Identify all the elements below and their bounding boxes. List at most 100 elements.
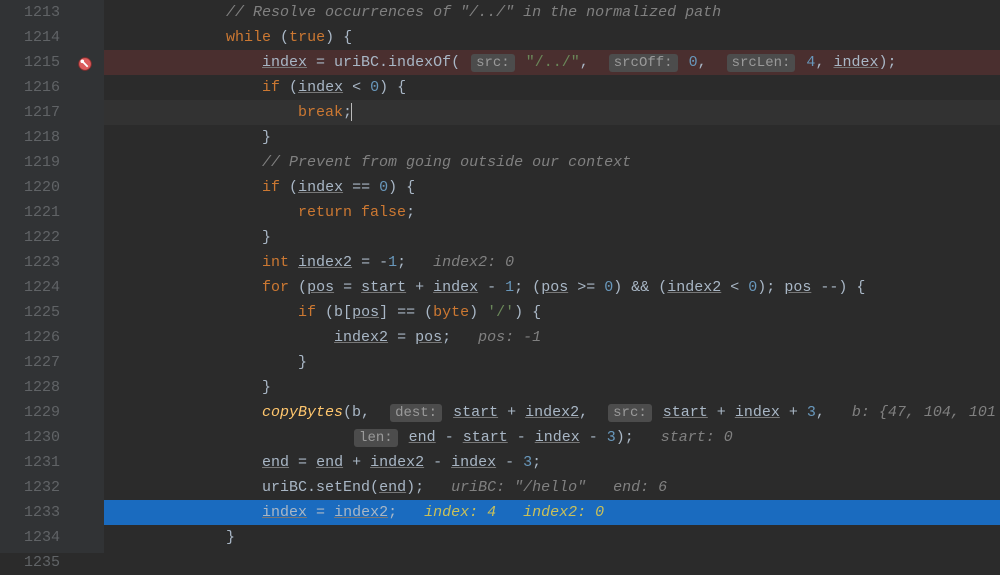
- line-number: 1235: [6, 550, 60, 575]
- token-var: index2: [370, 454, 424, 471]
- token-hint: start: 0: [661, 429, 733, 446]
- token-kw: if: [262, 79, 280, 96]
- token-hint: pos: -1: [478, 329, 541, 346]
- token-num: 0: [689, 54, 698, 71]
- code-line[interactable]: len: end - start - index - 3); start: 0: [104, 425, 1000, 450]
- token-kw: if: [262, 179, 280, 196]
- token-var: index2: [334, 329, 388, 346]
- line-number: 1226: [6, 325, 60, 350]
- line-number: 1215: [6, 50, 60, 75]
- code-line[interactable]: }: [104, 125, 1000, 150]
- token-hint-box: len:: [354, 429, 398, 447]
- token-kw: byte: [433, 304, 469, 321]
- line-number: 1227: [6, 350, 60, 375]
- marker-column: [70, 0, 104, 553]
- breakpoint-icon[interactable]: [76, 55, 94, 73]
- code-line[interactable]: end = end + index2 - index - 3;: [104, 450, 1000, 475]
- token-hint: b: {47, 104, 101: [852, 404, 996, 421]
- code-line[interactable]: if (index < 0) {: [104, 75, 1000, 100]
- code-area[interactable]: // Resolve occurrences of "/../" in the …: [104, 0, 1000, 553]
- code-line[interactable]: if (b[pos] == (byte) '/') {: [104, 300, 1000, 325]
- token-var: index: [735, 404, 780, 421]
- token-kw: return false: [298, 204, 406, 221]
- code-line[interactable]: return false;: [104, 200, 1000, 225]
- token-var: index2: [525, 404, 579, 421]
- code-line[interactable]: copyBytes(b, dest: start + index2, src: …: [104, 400, 1000, 425]
- line-number: 1230: [6, 425, 60, 450]
- code-line[interactable]: for (pos = start + index - 1; (pos >= 0)…: [104, 275, 1000, 300]
- line-number: 1229: [6, 400, 60, 425]
- token-var: start: [361, 279, 406, 296]
- token-num: 0: [748, 279, 757, 296]
- line-number: 1219: [6, 150, 60, 175]
- code-editor[interactable]: 1213121412151216121712181219122012211222…: [0, 0, 1000, 553]
- token-var: start: [663, 404, 708, 421]
- token-hint-box: srcOff:: [609, 54, 678, 72]
- token-cmt: // Prevent from going outside our contex…: [262, 154, 631, 171]
- token-var: start: [453, 404, 498, 421]
- token-hint: uriBC: "/hello" end: 6: [451, 479, 667, 496]
- token-var: index: [535, 429, 580, 446]
- token-hint-box: src:: [608, 404, 652, 422]
- token-num: 1: [505, 279, 514, 296]
- token-fn: copyBytes: [262, 404, 343, 421]
- code-line[interactable]: int index2 = -1; index2: 0: [104, 250, 1000, 275]
- token-var: index: [262, 504, 307, 521]
- token-var: pos: [352, 304, 379, 321]
- token-var: pos: [307, 279, 334, 296]
- code-line[interactable]: [104, 550, 1000, 575]
- line-number: 1225: [6, 300, 60, 325]
- token-str: '/': [487, 304, 514, 321]
- token-var: end: [262, 454, 289, 471]
- token-kw: int: [262, 254, 298, 271]
- token-hint-box: src:: [471, 54, 515, 72]
- line-number-gutter: 1213121412151216121712181219122012211222…: [0, 0, 70, 553]
- line-number: 1232: [6, 475, 60, 500]
- line-number: 1228: [6, 375, 60, 400]
- token-num: 4: [806, 54, 815, 71]
- token-var: index2: [667, 279, 721, 296]
- token-kw: for: [262, 279, 289, 296]
- token-var: pos: [415, 329, 442, 346]
- token-hint-box: dest:: [390, 404, 442, 422]
- token-var: index2: [334, 504, 388, 521]
- code-line[interactable]: uriBC.setEnd(end); uriBC: "/hello" end: …: [104, 475, 1000, 500]
- code-line[interactable]: }: [104, 525, 1000, 550]
- code-line[interactable]: while (true) {: [104, 25, 1000, 50]
- code-line[interactable]: }: [104, 375, 1000, 400]
- token-var: pos: [541, 279, 568, 296]
- token-cmt: // Resolve occurrences of "/../" in the …: [226, 4, 721, 21]
- token-num: 0: [370, 79, 379, 96]
- line-number: 1214: [6, 25, 60, 50]
- token-var: index: [298, 79, 343, 96]
- token-var: start: [463, 429, 508, 446]
- token-var: index: [451, 454, 496, 471]
- token-var: index2: [298, 254, 352, 271]
- code-line[interactable]: index2 = pos; pos: -1: [104, 325, 1000, 350]
- token-num: 0: [379, 179, 388, 196]
- token-num: 0: [604, 279, 613, 296]
- token-var: index: [433, 279, 478, 296]
- token-var: index: [833, 54, 878, 71]
- token-var: end: [379, 479, 406, 496]
- text-caret: [351, 103, 352, 121]
- token-num: 3: [523, 454, 532, 471]
- token-hint-y: index: 4 index2: 0: [424, 504, 604, 521]
- line-number: 1233: [6, 500, 60, 525]
- code-line[interactable]: index = uriBC.indexOf( src: "/../", srcO…: [104, 50, 1000, 75]
- code-line[interactable]: index = index2; index: 4 index2: 0: [104, 500, 1000, 525]
- token-var: pos: [784, 279, 811, 296]
- token-kw: true: [289, 29, 325, 46]
- code-line[interactable]: break;: [104, 100, 1000, 125]
- line-number: 1221: [6, 200, 60, 225]
- code-line[interactable]: }: [104, 350, 1000, 375]
- code-line[interactable]: // Resolve occurrences of "/../" in the …: [104, 0, 1000, 25]
- token-var: index: [298, 179, 343, 196]
- token-hint: index2: 0: [433, 254, 514, 271]
- token-kw: break: [298, 104, 343, 121]
- token-var: end: [316, 454, 343, 471]
- line-number: 1217: [6, 100, 60, 125]
- code-line[interactable]: if (index == 0) {: [104, 175, 1000, 200]
- code-line[interactable]: }: [104, 225, 1000, 250]
- code-line[interactable]: // Prevent from going outside our contex…: [104, 150, 1000, 175]
